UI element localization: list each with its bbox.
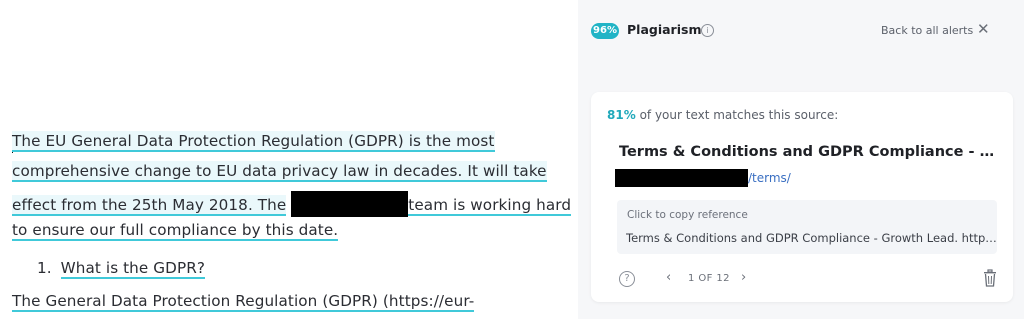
list-number: 1. xyxy=(37,259,52,277)
text-line[interactable]: The General Data Protection Regulation (… xyxy=(12,292,475,312)
text-line[interactable]: to ensure our full compliance by this da… xyxy=(12,221,339,241)
document-editor[interactable]: The EU General Data Protection Regulatio… xyxy=(0,0,578,319)
chevron-right-icon[interactable]: › xyxy=(741,270,746,285)
plagiarism-highlight[interactable]: The EU General Data Protection Regulatio… xyxy=(12,131,495,152)
back-to-alerts-link[interactable]: Back to all alerts xyxy=(881,24,973,37)
source-url-link[interactable]: /terms/ xyxy=(748,171,791,185)
plagiarism-panel: 96% Plagiarism i Back to all alerts ✕ 81… xyxy=(578,0,1024,319)
match-text: of your text matches this source: xyxy=(639,108,839,122)
info-icon[interactable]: i xyxy=(701,24,714,37)
score-badge: 96% xyxy=(591,23,619,39)
plagiarism-highlight[interactable]: to ensure our full compliance by this da… xyxy=(12,221,339,241)
copy-reference-label[interactable]: Click to copy reference xyxy=(627,209,748,221)
text-line[interactable]: comprehensive change to EU data privacy … xyxy=(12,161,547,182)
match-percent: 81% xyxy=(607,108,636,122)
plagiarism-highlight[interactable]: team is working hard xyxy=(408,196,572,216)
panel-header: 96% Plagiarism i Back to all alerts ✕ xyxy=(578,0,1024,60)
source-card xyxy=(591,92,1013,302)
source-title[interactable]: Terms & Conditions and GDPR Compliance -… xyxy=(619,144,999,160)
plagiarism-highlight[interactable]: What is the GDPR? xyxy=(60,259,206,279)
list-item[interactable]: 1. What is the GDPR? xyxy=(37,259,206,279)
text-line[interactable]: The EU General Data Protection Regulatio… xyxy=(12,131,495,152)
plagiarism-highlight[interactable]: effect from the 25th May 2018. The xyxy=(12,195,287,216)
help-icon[interactable]: ? xyxy=(619,271,635,287)
reference-text[interactable]: Terms & Conditions and GDPR Compliance -… xyxy=(626,231,998,245)
plagiarism-highlight[interactable]: The General Data Protection Regulation (… xyxy=(12,292,475,312)
panel-title: Plagiarism xyxy=(627,22,702,37)
redacted-block xyxy=(291,191,409,217)
chevron-left-icon[interactable]: ‹ xyxy=(666,270,671,285)
redacted-url xyxy=(615,169,748,187)
close-icon[interactable]: ✕ xyxy=(977,19,990,39)
text-line[interactable]: effect from the 25th May 2018. The team … xyxy=(12,191,572,217)
match-summary: 81% of your text matches this source: xyxy=(607,108,838,122)
trash-icon[interactable] xyxy=(983,269,997,287)
plagiarism-highlight[interactable]: comprehensive change to EU data privacy … xyxy=(12,161,547,182)
pager-indicator: 1 OF 12 xyxy=(688,273,730,284)
